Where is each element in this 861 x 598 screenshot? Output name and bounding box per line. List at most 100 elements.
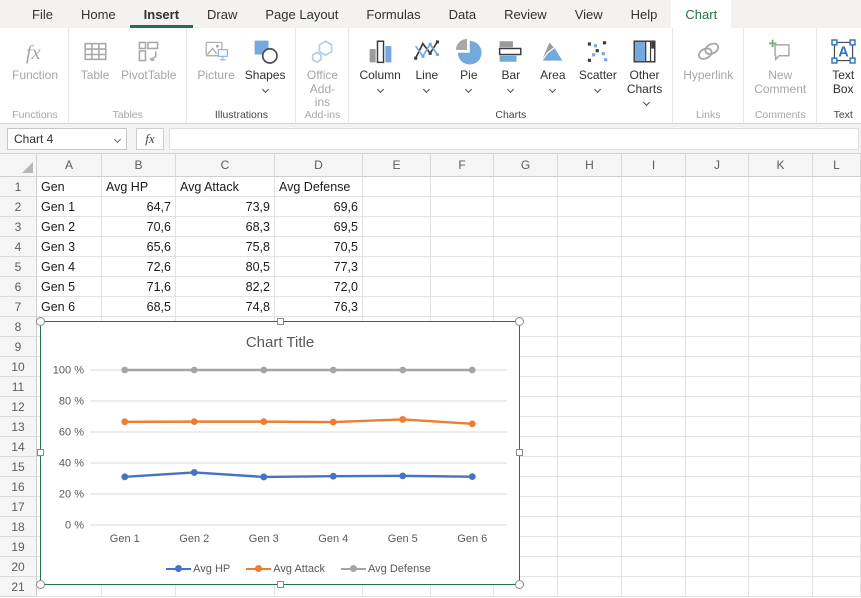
row-header-17[interactable]: 17 <box>0 497 37 517</box>
row-header-19[interactable]: 19 <box>0 537 37 557</box>
row-header-18[interactable]: 18 <box>0 517 37 537</box>
tab-file[interactable]: File <box>18 0 67 28</box>
cell-B7[interactable]: 68,5 <box>102 297 176 317</box>
cell-K21[interactable] <box>749 577 813 597</box>
row-header-20[interactable]: 20 <box>0 557 37 577</box>
cell-C6[interactable]: 82,2 <box>176 277 275 297</box>
cell-H4[interactable] <box>558 237 622 257</box>
column-header-J[interactable]: J <box>686 154 749 177</box>
column-header-C[interactable]: C <box>176 154 275 177</box>
insert-function-button[interactable]: fx <box>136 128 164 150</box>
cell-K16[interactable] <box>749 477 813 497</box>
other-charts-button[interactable]: Other Charts <box>622 31 667 110</box>
cell-E3[interactable] <box>363 217 431 237</box>
cell-A2[interactable]: Gen 1 <box>37 197 102 217</box>
cell-K18[interactable] <box>749 517 813 537</box>
cell-J18[interactable] <box>686 517 749 537</box>
cell-G5[interactable] <box>494 257 558 277</box>
cell-J16[interactable] <box>686 477 749 497</box>
tab-page-layout[interactable]: Page Layout <box>251 0 352 28</box>
cell-L2[interactable] <box>813 197 861 217</box>
chart-handle-ne[interactable] <box>515 317 524 326</box>
row-header-21[interactable]: 21 <box>0 577 37 597</box>
cell-A5[interactable]: Gen 4 <box>37 257 102 277</box>
chart-handle-s[interactable] <box>277 581 284 588</box>
cell-K20[interactable] <box>749 557 813 577</box>
cell-F7[interactable] <box>431 297 494 317</box>
cell-L21[interactable] <box>813 577 861 597</box>
cell-H17[interactable] <box>558 497 622 517</box>
row-header-8[interactable]: 8 <box>0 317 37 337</box>
cell-H6[interactable] <box>558 277 622 297</box>
cell-J6[interactable] <box>686 277 749 297</box>
cell-H16[interactable] <box>558 477 622 497</box>
cell-A1[interactable]: Gen <box>37 177 102 197</box>
chart-title[interactable]: Chart Title <box>41 334 519 351</box>
column-header-H[interactable]: H <box>558 154 622 177</box>
cell-E5[interactable] <box>363 257 431 277</box>
cell-L11[interactable] <box>813 377 861 397</box>
row-header-11[interactable]: 11 <box>0 377 37 397</box>
cell-H1[interactable] <box>558 177 622 197</box>
cell-C2[interactable]: 73,9 <box>176 197 275 217</box>
cell-D5[interactable]: 77,3 <box>275 257 363 277</box>
cell-H21[interactable] <box>558 577 622 597</box>
cell-K15[interactable] <box>749 457 813 477</box>
cell-B6[interactable]: 71,6 <box>102 277 176 297</box>
cell-H9[interactable] <box>558 337 622 357</box>
cell-L20[interactable] <box>813 557 861 577</box>
row-header-9[interactable]: 9 <box>0 337 37 357</box>
cell-I4[interactable] <box>622 237 686 257</box>
cell-E6[interactable] <box>363 277 431 297</box>
cell-J8[interactable] <box>686 317 749 337</box>
cell-G6[interactable] <box>494 277 558 297</box>
cell-C7[interactable]: 74,8 <box>176 297 275 317</box>
cell-K6[interactable] <box>749 277 813 297</box>
cell-K13[interactable] <box>749 417 813 437</box>
tab-chart-contextual[interactable]: Chart <box>671 0 731 28</box>
cell-A7[interactable]: Gen 6 <box>37 297 102 317</box>
chart-handle-n[interactable] <box>277 318 284 325</box>
cell-J2[interactable] <box>686 197 749 217</box>
legend-item-avg-defense[interactable]: Avg Defense <box>341 563 431 575</box>
cell-K7[interactable] <box>749 297 813 317</box>
row-header-7[interactable]: 7 <box>0 297 37 317</box>
chart-handle-nw[interactable] <box>36 317 45 326</box>
column-header-E[interactable]: E <box>363 154 431 177</box>
text-box-button[interactable]: AText Box <box>822 31 861 96</box>
cell-B5[interactable]: 72,6 <box>102 257 176 277</box>
cell-A3[interactable]: Gen 2 <box>37 217 102 237</box>
cell-L14[interactable] <box>813 437 861 457</box>
cell-H2[interactable] <box>558 197 622 217</box>
cell-H7[interactable] <box>558 297 622 317</box>
cell-H12[interactable] <box>558 397 622 417</box>
cell-D1[interactable]: Avg Defense <box>275 177 363 197</box>
cell-I20[interactable] <box>622 557 686 577</box>
cell-F5[interactable] <box>431 257 494 277</box>
cell-K4[interactable] <box>749 237 813 257</box>
cell-J12[interactable] <box>686 397 749 417</box>
row-header-2[interactable]: 2 <box>0 197 37 217</box>
cell-H15[interactable] <box>558 457 622 477</box>
cell-J20[interactable] <box>686 557 749 577</box>
scatter-button[interactable]: Scatter <box>574 31 622 97</box>
cell-K3[interactable] <box>749 217 813 237</box>
cell-I5[interactable] <box>622 257 686 277</box>
select-all-corner[interactable] <box>0 154 37 177</box>
chart-object[interactable]: 0 %20 %40 %60 %80 %100 %Gen 1Gen 2Gen 3G… <box>40 321 520 585</box>
cell-E1[interactable] <box>363 177 431 197</box>
cell-K2[interactable] <box>749 197 813 217</box>
cell-I7[interactable] <box>622 297 686 317</box>
tab-view[interactable]: View <box>561 0 617 28</box>
cell-J14[interactable] <box>686 437 749 457</box>
cell-B3[interactable]: 70,6 <box>102 217 176 237</box>
cell-E7[interactable] <box>363 297 431 317</box>
column-header-G[interactable]: G <box>494 154 558 177</box>
cell-H18[interactable] <box>558 517 622 537</box>
cell-D7[interactable]: 76,3 <box>275 297 363 317</box>
cell-F6[interactable] <box>431 277 494 297</box>
cell-E4[interactable] <box>363 237 431 257</box>
cell-L16[interactable] <box>813 477 861 497</box>
cell-L7[interactable] <box>813 297 861 317</box>
cell-J5[interactable] <box>686 257 749 277</box>
